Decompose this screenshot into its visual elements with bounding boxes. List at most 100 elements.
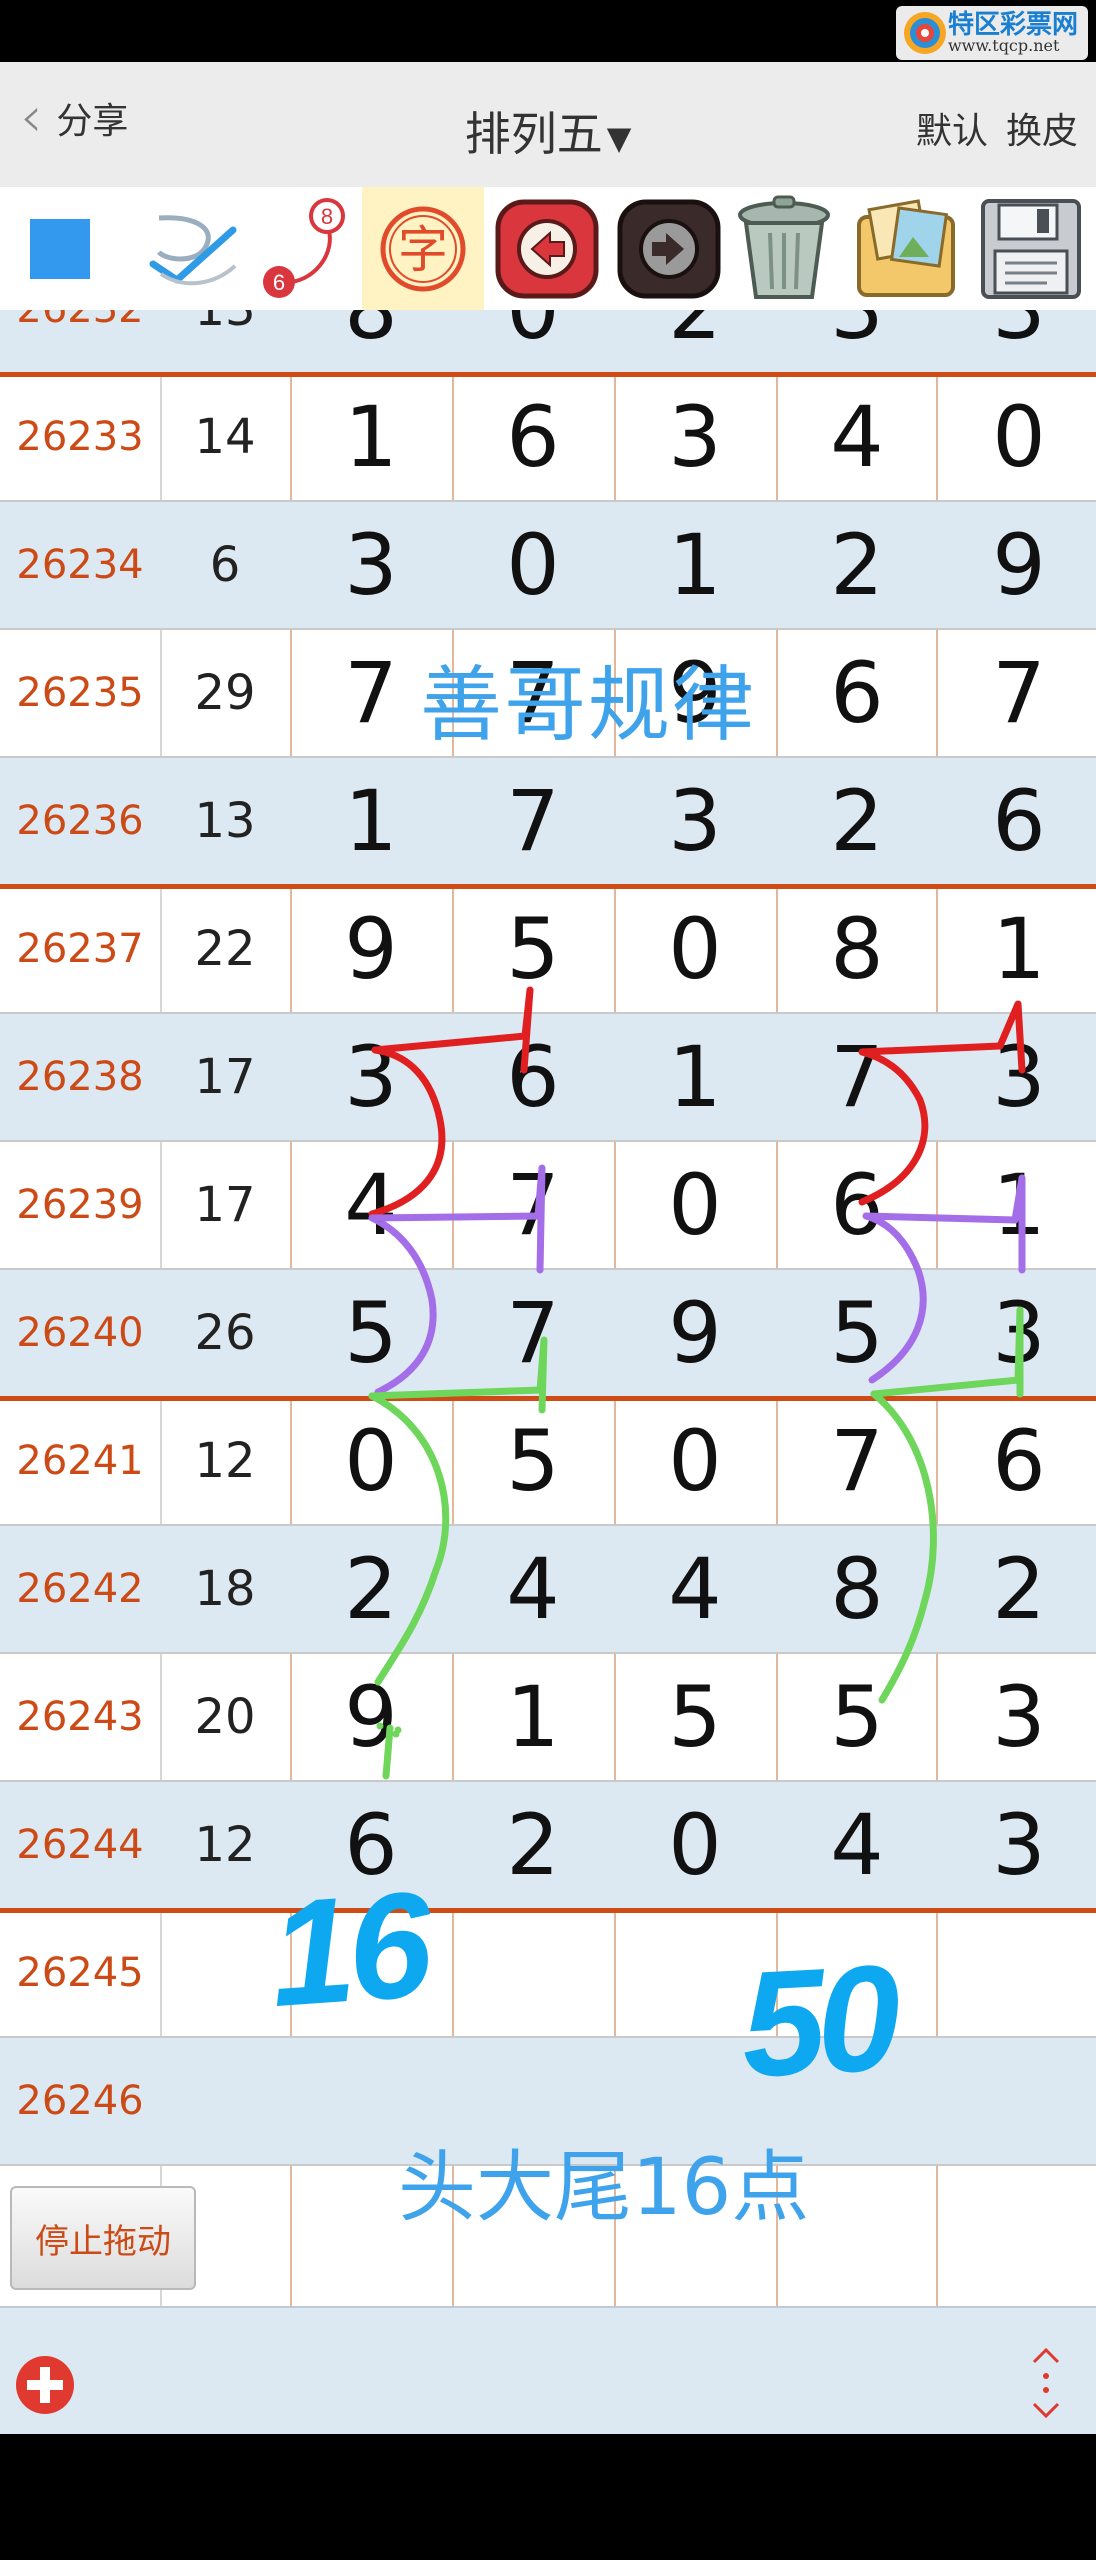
table-row[interactable]: 26234 6 3 0 1 2 9 <box>0 502 1096 630</box>
stop-drag-button[interactable]: 停止拖动 <box>10 2186 196 2290</box>
digit-cell[interactable]: 3 <box>938 310 1096 372</box>
digit-cell[interactable]: 6 <box>776 630 938 756</box>
digit-cell[interactable]: 8 <box>776 1526 938 1652</box>
digit-cell[interactable]: 0 <box>290 1398 452 1524</box>
digit-cell[interactable]: 2 <box>776 758 938 884</box>
scroll-toggle-icon[interactable] <box>1026 2346 1066 2420</box>
digit-cell[interactable]: 5 <box>452 1398 614 1524</box>
digit-cell[interactable]: 5 <box>452 886 614 1012</box>
digit-cell[interactable]: 3 <box>290 1014 452 1140</box>
table-row[interactable]: 26244 12 6 2 0 4 3 <box>0 1782 1096 1910</box>
lottery-grid[interactable]: 2623213802332623314163402623463012926235… <box>0 310 1096 2306</box>
digit-cell[interactable]: 2 <box>614 310 776 372</box>
table-row[interactable]: 26236 13 1 7 3 2 6 <box>0 758 1096 886</box>
digit-cell[interactable]: 3 <box>290 502 452 628</box>
digit-cell[interactable] <box>452 1910 614 2036</box>
digit-cell[interactable]: 6 <box>452 1014 614 1140</box>
digit-cell[interactable]: 3 <box>938 1270 1096 1396</box>
table-row[interactable]: 26245 <box>0 1910 1096 2038</box>
digit-cell[interactable]: 0 <box>452 502 614 628</box>
digit-cell[interactable]: 0 <box>614 1142 776 1268</box>
digit-cell[interactable]: 5 <box>290 1270 452 1396</box>
table-row[interactable]: 26241 12 0 5 0 7 6 <box>0 1398 1096 1526</box>
digit-cell[interactable]: 4 <box>776 374 938 500</box>
save-button[interactable] <box>970 187 1092 310</box>
digit-cell[interactable]: 5 <box>614 1654 776 1780</box>
digit-cell[interactable]: 2 <box>938 1526 1096 1652</box>
digit-cell[interactable]: 3 <box>776 310 938 372</box>
text-tool[interactable]: 字 <box>362 187 484 310</box>
table-row[interactable]: 262321380233 <box>0 310 1096 374</box>
digit-cell[interactable]: 4 <box>290 1142 452 1268</box>
digit-cell[interactable]: 1 <box>290 758 452 884</box>
digit-cell[interactable]: 9 <box>290 886 452 1012</box>
digit-cell[interactable] <box>776 1910 938 2036</box>
square-select-tool[interactable] <box>0 187 120 310</box>
digit-cell[interactable]: 6 <box>938 1398 1096 1524</box>
digit-cell[interactable]: 7 <box>452 1270 614 1396</box>
digit-cell[interactable]: 9 <box>614 1270 776 1396</box>
connect-tool[interactable]: 8 6 <box>250 187 360 310</box>
digit-cell[interactable]: 4 <box>452 1526 614 1652</box>
table-row[interactable]: 26239 17 4 7 0 6 1 <box>0 1142 1096 1270</box>
digit-cell[interactable]: 0 <box>452 310 614 372</box>
pen-tool[interactable] <box>130 187 250 310</box>
digit-cell[interactable]: 6 <box>938 758 1096 884</box>
digit-cell[interactable]: 7 <box>776 1014 938 1140</box>
redo-button[interactable] <box>608 187 730 310</box>
digit-cell[interactable]: 0 <box>938 374 1096 500</box>
digit-cell[interactable]: 1 <box>938 1142 1096 1268</box>
digit-cell[interactable]: 6 <box>290 1782 452 1908</box>
digit-cell[interactable]: 2 <box>290 1526 452 1652</box>
digit-cell[interactable]: 1 <box>614 502 776 628</box>
digit-cell[interactable] <box>938 1910 1096 2036</box>
digit-cell[interactable]: 6 <box>452 374 614 500</box>
table-row[interactable]: 26237 22 9 5 0 8 1 <box>0 886 1096 1014</box>
digit-cell[interactable]: 8 <box>290 310 452 372</box>
digit-cell[interactable]: 2 <box>452 1782 614 1908</box>
digit-cell[interactable]: 7 <box>452 1142 614 1268</box>
digit-cell[interactable]: 4 <box>776 1782 938 1908</box>
digit-cell[interactable]: 1 <box>452 1654 614 1780</box>
digit-cell[interactable]: 3 <box>614 374 776 500</box>
change-skin-button[interactable]: 换皮 <box>1006 102 1078 154</box>
digit-cell[interactable]: 5 <box>776 1654 938 1780</box>
digit-cell[interactable]: 2 <box>776 502 938 628</box>
table-row[interactable]: 26243 20 9 1 5 5 3 <box>0 1654 1096 1782</box>
digit-cell[interactable] <box>614 1910 776 2036</box>
digit-cell[interactable] <box>290 1910 452 2036</box>
digit-cell[interactable]: 1 <box>290 374 452 500</box>
digit-cell[interactable]: 1 <box>938 886 1096 1012</box>
sum-cell: 20 <box>194 1689 256 1745</box>
table-row[interactable]: 26242 18 2 4 4 8 2 <box>0 1526 1096 1654</box>
default-button[interactable]: 默认 <box>916 102 988 154</box>
digit-cell[interactable]: 7 <box>776 1398 938 1524</box>
digit-cell[interactable]: 3 <box>614 758 776 884</box>
text-tool-glyph: 字 <box>398 221 448 279</box>
digit-cell[interactable]: 3 <box>938 1014 1096 1140</box>
digit-cell[interactable]: 5 <box>776 1270 938 1396</box>
digit-cell[interactable]: 8 <box>776 886 938 1012</box>
table-row[interactable]: 26240 26 5 7 9 5 3 <box>0 1270 1096 1398</box>
sum-cell: 26 <box>194 1305 256 1361</box>
digit-cell[interactable]: 0 <box>614 1398 776 1524</box>
digit-cell[interactable]: 1 <box>614 1014 776 1140</box>
table-row[interactable]: 26233 14 1 6 3 4 0 <box>0 374 1096 502</box>
digit-cell[interactable]: 3 <box>938 1782 1096 1908</box>
table-row[interactable]: 26238 17 3 6 1 7 3 <box>0 1014 1096 1142</box>
digit-cell[interactable]: 6 <box>776 1142 938 1268</box>
digit-cell[interactable]: 9 <box>938 502 1096 628</box>
system-nav-bar <box>0 2434 1096 2560</box>
clear-button[interactable] <box>726 187 842 310</box>
digit-cell[interactable]: 3 <box>938 1654 1096 1780</box>
digit-cell[interactable]: 0 <box>614 886 776 1012</box>
undo-button[interactable] <box>486 187 608 310</box>
digit-cell[interactable]: 0 <box>614 1782 776 1908</box>
digit-cell[interactable]: 9 <box>290 1654 452 1780</box>
digit-cell[interactable]: 7 <box>938 630 1096 756</box>
digit-cell[interactable]: 7 <box>452 758 614 884</box>
plus-circle-icon[interactable] <box>14 2354 76 2416</box>
digit-cell[interactable]: 4 <box>614 1526 776 1652</box>
gallery-button[interactable] <box>846 187 966 310</box>
digit-cell[interactable] <box>938 2038 1096 2164</box>
